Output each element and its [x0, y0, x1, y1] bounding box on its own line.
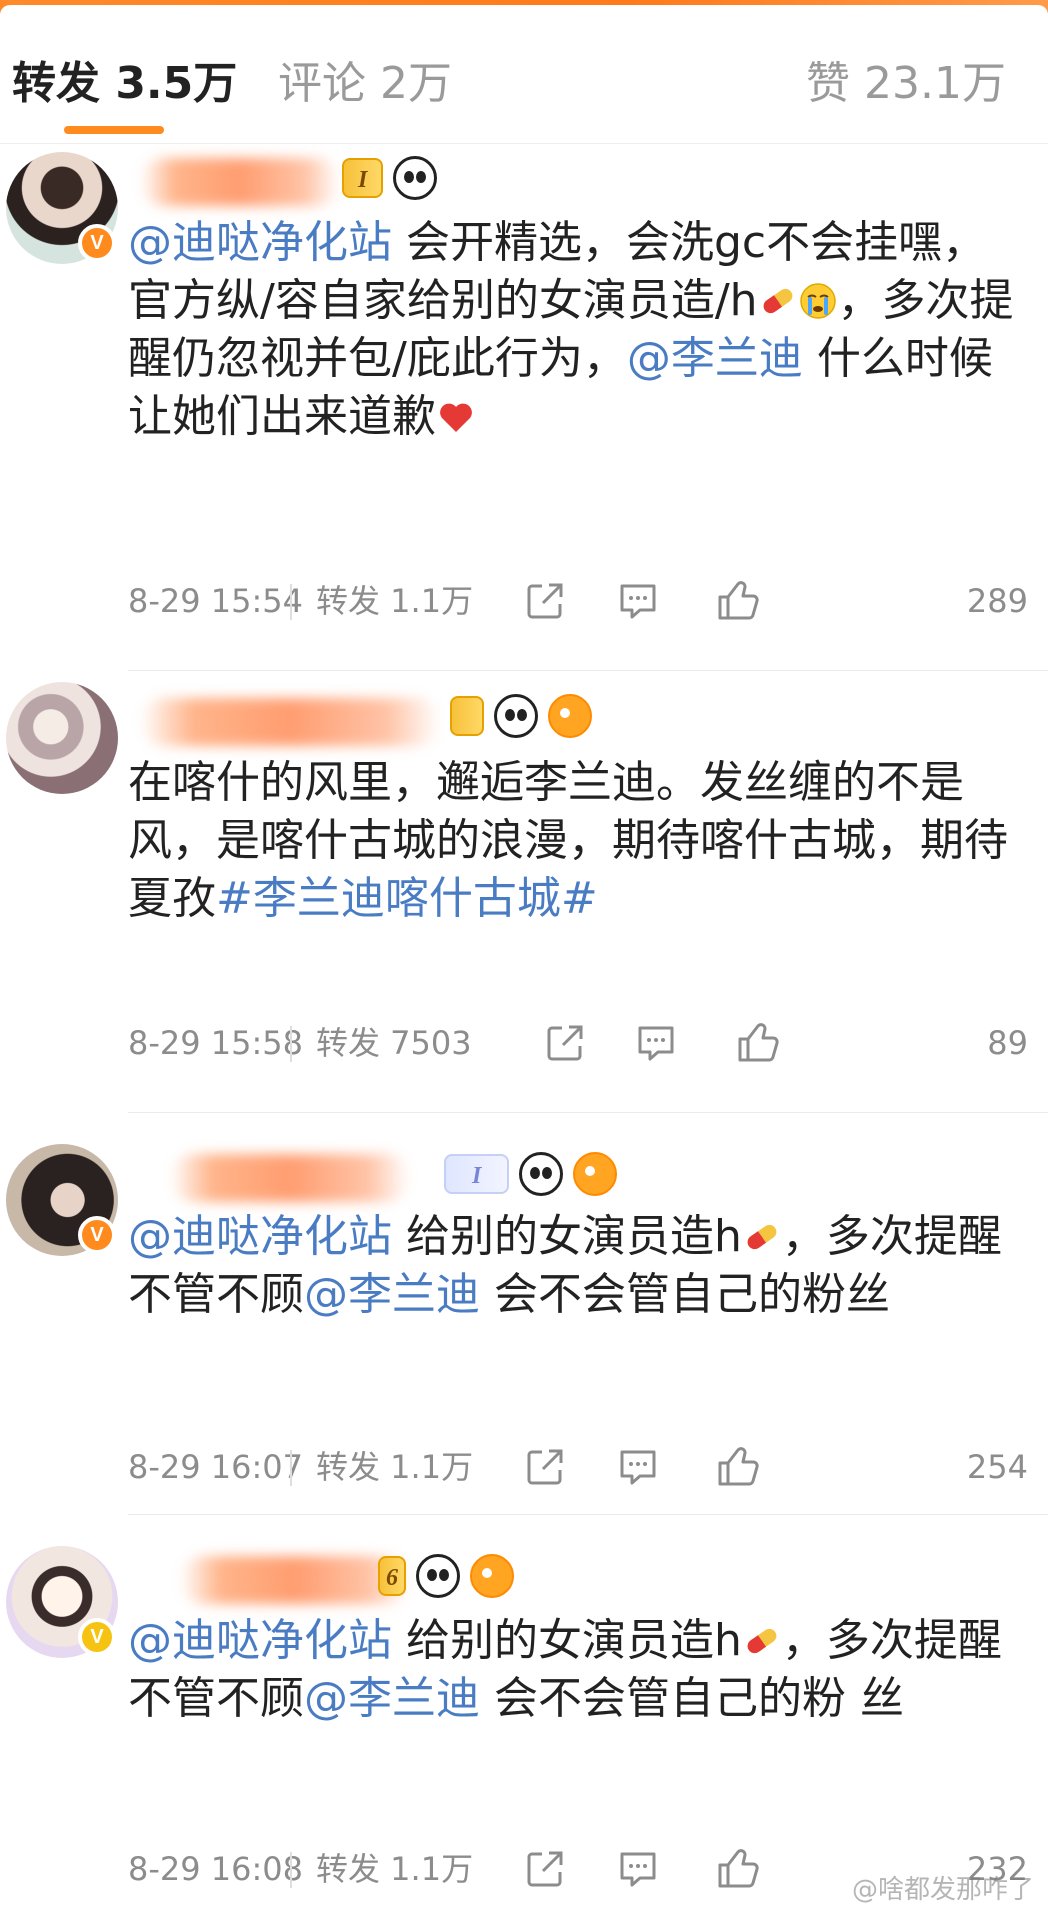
share-icon[interactable]	[526, 582, 564, 620]
timestamp: 8-29 16:08	[128, 1850, 304, 1888]
username-blurred[interactable]	[180, 1556, 410, 1604]
repost-text: 在喀什的风里，邂逅李兰迪。发丝缠的不是风，是喀什古城的浪漫，期待喀什古城，期待夏…	[128, 754, 1028, 928]
user-badges: I	[342, 156, 438, 200]
timestamp: 8-29 15:54	[128, 582, 304, 620]
fish-icon	[470, 1554, 514, 1598]
repost-meta: 8-29 15:58 转发 7503 89	[128, 1020, 1028, 1066]
member-level-badge: I	[444, 1154, 510, 1194]
share-icon[interactable]	[526, 1448, 564, 1486]
like-thumb-icon[interactable]	[716, 578, 760, 622]
cry-emoji-icon	[798, 278, 838, 319]
username-blurred[interactable]	[170, 1154, 410, 1202]
pill-emoji-icon	[758, 278, 798, 318]
active-tab-indicator	[64, 126, 164, 134]
comment-text: 给别的女演员造h	[392, 1211, 742, 1262]
divider	[128, 1514, 1048, 1515]
member-level-badge: 6	[378, 1556, 406, 1596]
repost-item: V I @迪哒净化站 给别的女演员造h ，多次提醒不管不顾@李兰迪 会不会管自己的…	[0, 1114, 1048, 1516]
avatar[interactable]	[6, 682, 118, 794]
meta-divider	[290, 1026, 292, 1062]
repost-meta: 8-29 16:07 转发 1.1万 254	[128, 1444, 1028, 1490]
mention-link[interactable]: @李兰迪	[304, 1269, 480, 1320]
like-count: 89	[987, 1024, 1028, 1062]
user-badges: 6	[378, 1554, 514, 1598]
repost-text: @迪哒净化站 给别的女演员造h ，多次提醒不管不顾@李兰迪 会不会管自己的粉 丝	[128, 1612, 1028, 1728]
like-thumb-icon[interactable]	[736, 1020, 780, 1064]
comment-text: 会不会管自己的粉 丝	[480, 1673, 904, 1724]
comment-icon[interactable]	[618, 1850, 658, 1888]
username-blurred[interactable]	[140, 158, 340, 206]
pill-emoji-icon	[742, 1618, 782, 1658]
watermark: @啥都发那咋了	[851, 1875, 1034, 1905]
avatar[interactable]: V	[6, 1144, 118, 1256]
comment-icon[interactable]	[636, 1024, 676, 1062]
avatar[interactable]: V	[6, 1546, 118, 1658]
comment-text: 会不会管自己的粉丝	[480, 1269, 890, 1320]
repost-item: V 6 @迪哒净化站 给别的女演员造h ，多次提醒不管不顾@李兰迪 会不会管自己的…	[0, 1516, 1048, 1921]
mention-link[interactable]: @迪哒净化站	[128, 217, 392, 268]
tab-bar: 转发 3.5万 评论 2万 赞 23.1万	[0, 14, 1048, 144]
mention-link[interactable]: @李兰迪	[627, 333, 803, 384]
verified-badge-icon: V	[78, 1618, 116, 1656]
member-level-badge	[450, 696, 484, 736]
mention-link[interactable]: @李兰迪	[304, 1673, 480, 1724]
share-icon[interactable]	[546, 1024, 584, 1062]
panda-icon	[393, 156, 438, 200]
verified-badge-icon: V	[78, 224, 116, 262]
tab-like[interactable]: 赞 23.1万	[806, 56, 1006, 112]
panda-icon	[519, 1152, 564, 1196]
verified-badge-icon: V	[78, 1216, 116, 1254]
pill-emoji-icon	[742, 1214, 782, 1254]
avatar-image	[6, 682, 118, 794]
divider	[128, 1112, 1048, 1113]
panda-icon	[416, 1554, 460, 1598]
meta-divider	[290, 584, 292, 620]
fish-icon	[548, 694, 592, 738]
comment-text: 给别的女演员造h	[392, 1615, 742, 1666]
meta-divider	[290, 1852, 292, 1888]
share-icon[interactable]	[526, 1850, 564, 1888]
fish-icon	[573, 1152, 618, 1196]
mention-link[interactable]: @迪哒净化站	[128, 1211, 392, 1262]
user-badges: I	[444, 1152, 618, 1196]
repost-count[interactable]: 转发 7503	[316, 1020, 472, 1066]
comment-icon[interactable]	[618, 582, 658, 620]
like-thumb-icon[interactable]	[716, 1846, 760, 1890]
like-count: 289	[966, 582, 1028, 620]
top-accent-strip	[0, 0, 1048, 15]
repost-count[interactable]: 转发 1.1万	[316, 1444, 473, 1490]
member-level-badge: I	[342, 158, 384, 198]
repost-count[interactable]: 转发 1.1万	[316, 1846, 473, 1892]
timestamp: 8-29 16:07	[128, 1448, 304, 1486]
comment-icon[interactable]	[618, 1448, 658, 1486]
repost-meta: 8-29 15:54 转发 1.1万 289	[128, 578, 1028, 624]
repost-count[interactable]: 转发 1.1万	[316, 578, 473, 624]
tab-comment[interactable]: 评论 2万	[278, 56, 452, 112]
tab-repost[interactable]: 转发 3.5万	[12, 56, 237, 112]
repost-text: @迪哒净化站 会开精选，会洗gc不会挂嘿， 官方纵/容自家给别的女演员造/h ，多…	[128, 214, 1028, 446]
like-thumb-icon[interactable]	[716, 1444, 760, 1488]
repost-item: V I @迪哒净化站 会开精选，会洗gc不会挂嘿， 官方纵/容自家给别的女演员造…	[0, 144, 1048, 674]
repost-text: @迪哒净化站 给别的女演员造h ，多次提醒不管不顾@李兰迪 会不会管自己的粉丝	[128, 1208, 1028, 1324]
panda-icon	[494, 694, 538, 738]
repost-item: 在喀什的风里，邂逅李兰迪。发丝缠的不是风，是喀什古城的浪漫，期待喀什古城，期待夏…	[0, 674, 1048, 1114]
timestamp: 8-29 15:58	[128, 1024, 304, 1062]
divider	[128, 670, 1048, 671]
heart-emoji-icon	[436, 394, 476, 434]
mention-link[interactable]: @迪哒净化站	[128, 1615, 392, 1666]
username-blurred[interactable]	[140, 698, 440, 746]
like-count: 254	[966, 1448, 1028, 1486]
avatar[interactable]: V	[6, 152, 118, 264]
meta-divider	[290, 1450, 292, 1486]
topic-link[interactable]: #李兰迪喀什古城#	[216, 873, 598, 924]
user-badges	[450, 694, 592, 738]
